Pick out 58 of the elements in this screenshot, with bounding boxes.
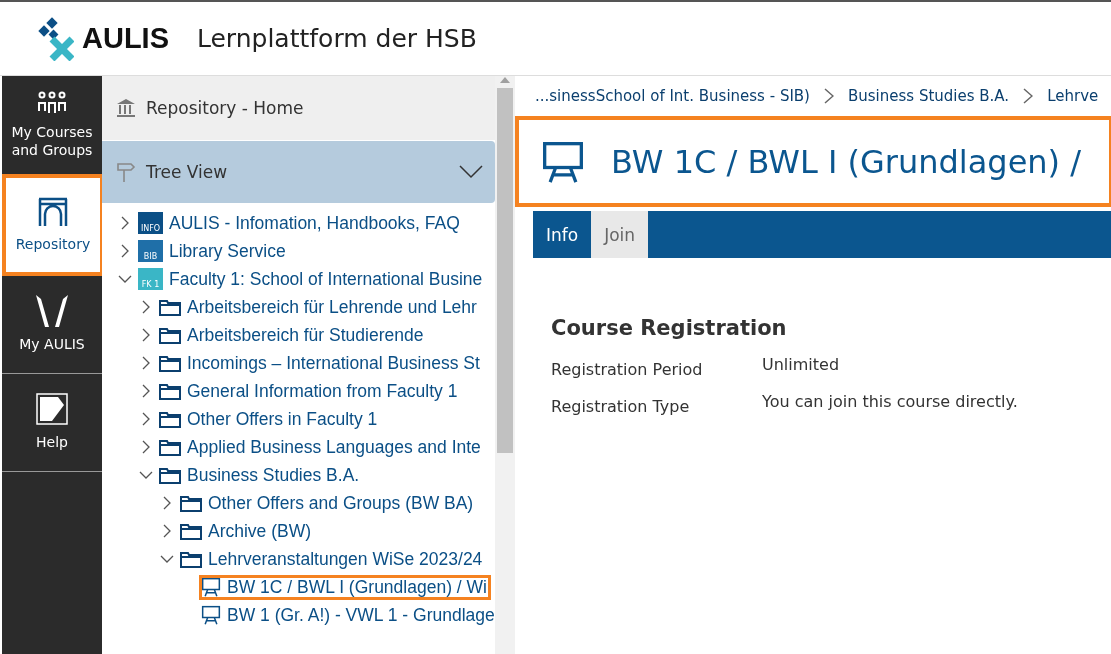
logo-icon bbox=[36, 16, 74, 61]
tree-item[interactable]: BW 1C / BWL I (Grundlagen) / Wi bbox=[201, 576, 489, 598]
tree-item[interactable]: Applied Business Languages and Inte bbox=[159, 436, 481, 458]
folder-icon bbox=[159, 354, 181, 372]
breadcrumb-link[interactable]: Business Studies B.A. bbox=[848, 87, 1010, 105]
tree-item[interactable]: BIB Library Service bbox=[138, 240, 286, 262]
whiteboard-icon bbox=[201, 577, 221, 597]
field-label: Registration Period bbox=[551, 360, 704, 379]
folder-icon bbox=[159, 326, 181, 344]
badge-icon: BIB bbox=[138, 240, 163, 262]
chevron-right-icon bbox=[824, 88, 834, 104]
breadcrumb-link[interactable]: ...sinessSchool of Int. Business - SIB) bbox=[535, 87, 810, 105]
tree-item[interactable]: Arbeitsbereich für Studierende bbox=[159, 324, 424, 346]
tree-item[interactable]: Other Offers in Faculty 1 bbox=[159, 408, 378, 430]
v-shape-icon bbox=[35, 295, 69, 328]
repository-home-link[interactable]: Repository - Home bbox=[102, 76, 495, 140]
archway-icon bbox=[37, 196, 69, 227]
field-label: Registration Type bbox=[551, 397, 691, 416]
page-title: BW 1C / BWL I (Grundlagen) / bbox=[515, 116, 1111, 207]
tree-item[interactable]: Archive (BW) bbox=[180, 520, 312, 542]
badge-icon: INFO bbox=[138, 212, 163, 234]
tree-item[interactable]: Business Studies B.A. bbox=[159, 464, 360, 486]
tree-item[interactable]: Incomings – International Business St bbox=[159, 352, 480, 374]
help-icon bbox=[36, 393, 68, 426]
scrollbar[interactable] bbox=[495, 76, 515, 654]
site-title: Lernplattform der HSB bbox=[197, 24, 477, 53]
folder-icon bbox=[180, 494, 202, 512]
badge-icon: FK 1 bbox=[138, 268, 163, 290]
breadcrumb-link[interactable]: Lehrve bbox=[1047, 87, 1099, 105]
folder-icon bbox=[159, 438, 181, 456]
folder-icon bbox=[180, 522, 202, 540]
nav-item[interactable]: My Courses and Groups bbox=[2, 76, 102, 174]
chevron-right-icon bbox=[1023, 88, 1034, 104]
tree-view-dropdown[interactable]: Tree View bbox=[102, 141, 495, 203]
whiteboard-icon bbox=[541, 139, 585, 184]
tree-item[interactable]: Arbeitsbereich für Lehrende und Lehr bbox=[159, 296, 477, 318]
people-icon bbox=[36, 90, 68, 115]
bank-icon bbox=[116, 98, 136, 118]
signpost-icon bbox=[116, 161, 136, 183]
logo-text: AULIS bbox=[82, 22, 169, 55]
nav-item[interactable]: Repository bbox=[2, 174, 104, 276]
tree-item[interactable]: General Information from Faculty 1 bbox=[159, 380, 458, 402]
tree-item[interactable]: FK 1 Faculty 1: School of International Busine bbox=[138, 268, 483, 290]
field-value: You can join this course directly. bbox=[762, 392, 1019, 411]
chevron-down-icon[interactable] bbox=[459, 165, 483, 179]
tree-item[interactable]: BW 1 (Gr. A!) - VWL 1 - Grundlage bbox=[201, 604, 495, 626]
folder-icon bbox=[159, 298, 181, 316]
tree-item[interactable]: INFO AULIS - Infomation, Handbooks, FAQ bbox=[138, 212, 460, 234]
folder-icon bbox=[180, 550, 202, 568]
folder-icon bbox=[159, 382, 181, 400]
folder-icon bbox=[159, 410, 181, 428]
field-value: Unlimited bbox=[762, 355, 841, 374]
tree-item[interactable]: Lehrveranstaltungen WiSe 2023/24 bbox=[180, 548, 483, 570]
section-heading: Course Registration bbox=[551, 316, 788, 340]
tab[interactable]: Join bbox=[591, 211, 649, 258]
tree-item[interactable]: Other Offers and Groups (BW BA) bbox=[180, 492, 474, 514]
folder-icon bbox=[159, 466, 181, 484]
whiteboard-icon bbox=[201, 605, 221, 625]
